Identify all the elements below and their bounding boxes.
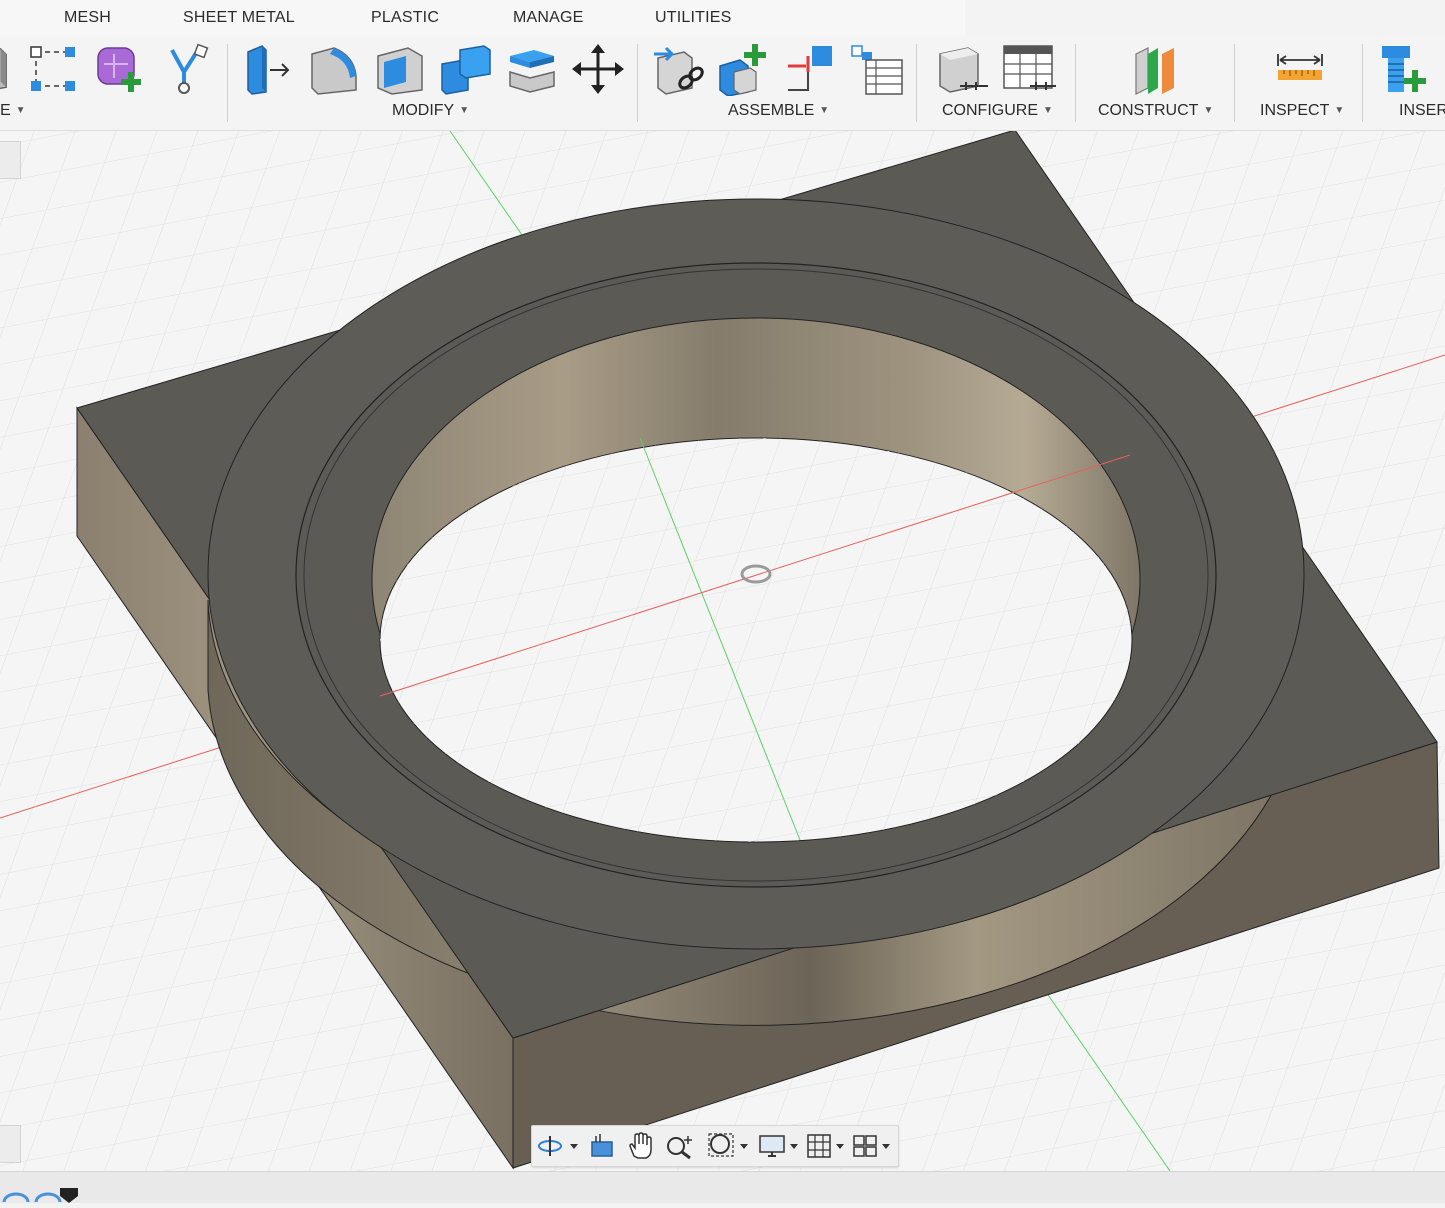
display-settings-icon[interactable] bbox=[758, 1132, 802, 1160]
separator bbox=[916, 44, 917, 122]
workspace-tabs: MESH SHEET METAL PLASTIC MANAGE UTILITIE… bbox=[0, 0, 965, 37]
insert-menu[interactable]: INSER bbox=[1399, 102, 1445, 120]
configure-feature-icon[interactable] bbox=[934, 42, 990, 96]
timeline-controls[interactable] bbox=[0, 1172, 90, 1203]
separator bbox=[1362, 44, 1363, 122]
joint-icon[interactable] bbox=[782, 42, 838, 96]
offset-plane-icon[interactable] bbox=[1128, 42, 1184, 96]
configure-table-icon[interactable] bbox=[1000, 42, 1056, 96]
navigation-bar bbox=[531, 1125, 899, 1167]
comments-toggle[interactable] bbox=[0, 1125, 21, 1163]
tab-manage[interactable]: MANAGE bbox=[513, 9, 584, 27]
slingshot-icon[interactable] bbox=[158, 42, 214, 96]
fillet-icon[interactable] bbox=[306, 42, 362, 96]
tab-sheet-metal[interactable]: SHEET METAL bbox=[183, 9, 295, 27]
model-scene bbox=[0, 131, 1445, 1171]
assemble-menu[interactable]: ASSEMBLE ▼ bbox=[728, 102, 829, 120]
timeline-strip bbox=[0, 1171, 1445, 1203]
measure-icon[interactable] bbox=[1272, 42, 1328, 96]
zoom-icon[interactable] bbox=[664, 1132, 696, 1160]
move-icon[interactable] bbox=[570, 42, 626, 96]
form-add-icon[interactable] bbox=[92, 42, 148, 96]
bore-grid bbox=[380, 438, 1132, 842]
shell-icon[interactable] bbox=[372, 42, 428, 96]
separator bbox=[1075, 44, 1076, 122]
split-body-icon[interactable] bbox=[504, 42, 560, 96]
canvas-viewport[interactable] bbox=[0, 131, 1445, 1171]
insert-mcmaster-icon[interactable] bbox=[1378, 42, 1434, 96]
create-group-label[interactable]: E ▼ bbox=[0, 102, 26, 120]
configure-menu[interactable]: CONFIGURE ▼ bbox=[942, 102, 1053, 120]
inspect-menu[interactable]: INSPECT ▼ bbox=[1260, 102, 1344, 120]
press-pull-icon[interactable] bbox=[240, 42, 296, 96]
fit-icon[interactable] bbox=[706, 1132, 750, 1160]
tab-utilities[interactable]: UTILITIES bbox=[655, 9, 731, 27]
grid-icon[interactable] bbox=[806, 1132, 850, 1160]
new-component-link-icon[interactable] bbox=[650, 42, 706, 96]
modify-menu[interactable]: MODIFY ▼ bbox=[392, 102, 469, 120]
tab-plastic[interactable]: PLASTIC bbox=[371, 9, 439, 27]
new-component-icon[interactable] bbox=[716, 42, 772, 96]
look-at-icon[interactable] bbox=[588, 1132, 616, 1160]
combine-icon[interactable] bbox=[438, 42, 494, 96]
viewports-icon[interactable] bbox=[852, 1132, 896, 1160]
separator bbox=[227, 44, 228, 122]
box-icon[interactable] bbox=[0, 42, 14, 96]
bill-of-materials-icon[interactable] bbox=[848, 42, 904, 96]
pan-icon[interactable] bbox=[626, 1132, 654, 1160]
tab-mesh[interactable]: MESH bbox=[64, 9, 111, 27]
construct-menu[interactable]: CONSTRUCT ▼ bbox=[1098, 102, 1213, 120]
orbit-icon[interactable] bbox=[536, 1132, 580, 1160]
sketch-points-icon[interactable] bbox=[26, 42, 82, 96]
browser-toggle[interactable] bbox=[0, 141, 21, 179]
ribbon-toolbar: E ▼ MODIFY ▼ ASSEMBLE ▼ CONFIGURE ▼ CONS… bbox=[0, 36, 1445, 131]
separator bbox=[637, 44, 638, 122]
separator bbox=[1234, 44, 1235, 122]
